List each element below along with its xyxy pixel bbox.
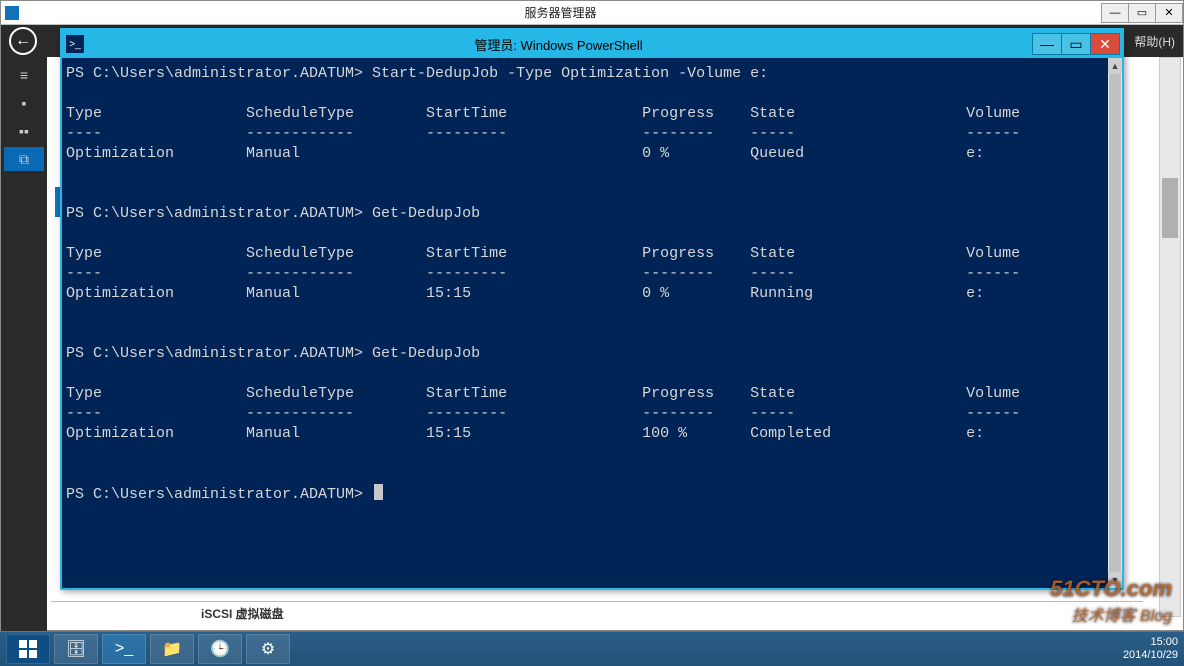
watermark-line1: 51CTO.com [1050, 576, 1172, 602]
watermark: 51CTO.com 技术博客 Blog [1050, 576, 1172, 626]
sidebar-item-file-services[interactable]: ⧉ [4, 147, 44, 171]
panel-divider [51, 601, 1143, 602]
powershell-title: 管理员: Windows PowerShell [84, 35, 1033, 54]
powershell-min-button[interactable]: — [1032, 33, 1062, 55]
server-manager-title: 服务器管理器 [19, 4, 1102, 21]
taskbar: 🗄 >_ 📁 🕒 ⚙ 15:00 2014/10/29 [0, 631, 1184, 666]
powershell-window: >_ 管理员: Windows PowerShell — ▭ ✕ PS C:\U… [60, 28, 1124, 590]
help-menu[interactable]: 帮助(H) [1134, 33, 1175, 50]
scrollbar-thumb[interactable] [1162, 178, 1178, 238]
taskbar-server-manager[interactable]: 🗄 [54, 634, 98, 664]
server-manager-titlebar: 服务器管理器 — ▭ ✕ [1, 1, 1183, 25]
powershell-scrollbar-thumb[interactable] [1109, 74, 1121, 572]
taskbar-time: 15:00 [1123, 636, 1178, 649]
back-button[interactable]: ← [9, 27, 37, 55]
start-button[interactable] [6, 634, 50, 664]
sidebar-item-all[interactable]: ▪▪ [4, 119, 44, 143]
powershell-icon: >_ [66, 35, 84, 53]
taskbar-clock[interactable]: 15:00 2014/10/29 [1123, 636, 1178, 662]
powershell-titlebar[interactable]: >_ 管理员: Windows PowerShell — ▭ ✕ [62, 30, 1122, 58]
powershell-scrollbar[interactable]: ▲ ▼ [1108, 58, 1122, 588]
powershell-close-button[interactable]: ✕ [1090, 33, 1120, 55]
sidebar-item-local[interactable]: ▪ [4, 91, 44, 115]
server-manager-max-button[interactable]: ▭ [1128, 3, 1156, 23]
taskbar-clock-app[interactable]: 🕒 [198, 634, 242, 664]
taskbar-other[interactable]: ⚙ [246, 634, 290, 664]
taskbar-date: 2014/10/29 [1123, 649, 1178, 662]
server-manager-min-button[interactable]: — [1101, 3, 1129, 23]
powershell-console[interactable]: PS C:\Users\administrator.ADATUM> Start-… [62, 58, 1108, 588]
iscsi-panel-header: iSCSI 虚拟磁盘 [201, 605, 284, 622]
server-manager-sidebar: ≡ ▪ ▪▪ ⧉ [1, 57, 47, 631]
scroll-up-button[interactable]: ▲ [1108, 58, 1122, 74]
powershell-max-button[interactable]: ▭ [1061, 33, 1091, 55]
server-manager-scrollbar[interactable] [1159, 57, 1181, 617]
sidebar-item-dashboard[interactable]: ≡ [4, 63, 44, 87]
cursor [374, 484, 383, 500]
server-manager-icon [5, 6, 19, 20]
server-manager-close-button[interactable]: ✕ [1155, 3, 1183, 23]
taskbar-powershell[interactable]: >_ [102, 634, 146, 664]
taskbar-explorer[interactable]: 📁 [150, 634, 194, 664]
watermark-line2: 技术博客 Blog [1050, 602, 1172, 626]
